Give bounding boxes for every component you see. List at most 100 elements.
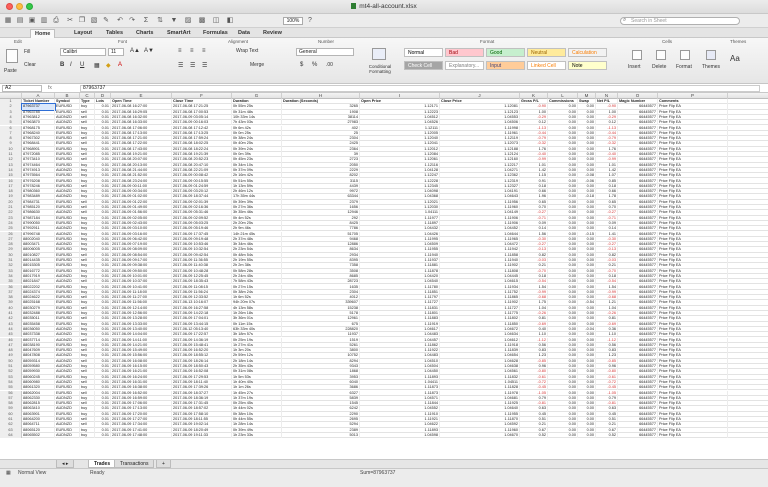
borders-icon[interactable]: ▦ bbox=[94, 62, 100, 69]
cell-style-1[interactable]: Bad bbox=[445, 48, 484, 57]
theme-fonts-button[interactable]: Aa bbox=[730, 54, 740, 63]
percent-icon[interactable]: % bbox=[312, 62, 317, 68]
name-box[interactable]: A2 bbox=[2, 85, 42, 92]
fill-button[interactable]: Fill bbox=[24, 49, 30, 55]
align-top-icon[interactable]: ≡ bbox=[178, 48, 182, 54]
table-cell[interactable]: 66445577 bbox=[618, 432, 658, 439]
conditional-formatting-icon[interactable] bbox=[372, 48, 386, 60]
increase-font-icon[interactable]: A▲ bbox=[130, 48, 140, 54]
align-right-icon[interactable]: ☰ bbox=[202, 62, 207, 69]
underline-icon[interactable]: U bbox=[80, 62, 84, 68]
search-sheet-input[interactable]: ⌕ Search in Sheet bbox=[620, 17, 740, 25]
decimal-icon[interactable]: .00 bbox=[326, 62, 333, 68]
help-icon[interactable]: ? bbox=[306, 17, 314, 25]
table-cell[interactable]: 1.04598 bbox=[360, 432, 440, 439]
paste-icon[interactable]: ▧ bbox=[90, 17, 98, 25]
cell-style-8[interactable]: Linked Cell bbox=[527, 61, 566, 70]
sheet-tab-trades[interactable]: Trades bbox=[88, 460, 117, 468]
align-middle-icon[interactable]: ≡ bbox=[190, 48, 194, 54]
delete-cells-icon[interactable] bbox=[656, 50, 666, 60]
gallery-icon[interactable]: ▨ bbox=[184, 17, 192, 25]
open-icon[interactable]: ▣ bbox=[28, 17, 36, 25]
table-cell[interactable]: 0.00 bbox=[548, 432, 578, 439]
sort-icon[interactable]: ⇅ bbox=[156, 17, 164, 25]
sheet-tab-transactions[interactable]: Transactions bbox=[114, 460, 155, 468]
table-cell[interactable]: Price Flip EA bbox=[658, 432, 728, 439]
tab-tables[interactable]: Tables bbox=[102, 29, 127, 37]
font-size-select[interactable]: 11 bbox=[108, 48, 124, 56]
format-cells-icon[interactable] bbox=[680, 50, 690, 60]
table-cell[interactable]: 1h 23m 33s bbox=[232, 432, 282, 439]
tab-smartart[interactable]: SmartArt bbox=[163, 29, 195, 37]
autosum-icon[interactable]: Σ bbox=[142, 17, 150, 25]
fill-color-icon[interactable]: ◆ bbox=[106, 62, 111, 69]
save-icon[interactable]: ▥ bbox=[40, 17, 48, 25]
copy-icon[interactable]: ❐ bbox=[78, 17, 86, 25]
cell-style-4[interactable]: Calculation bbox=[568, 48, 607, 57]
align-center-icon[interactable]: ☰ bbox=[190, 62, 195, 69]
tab-data[interactable]: Data bbox=[234, 29, 254, 37]
row-number[interactable]: 64 bbox=[0, 432, 22, 439]
delete-button[interactable]: Delete bbox=[652, 64, 666, 70]
themes-button[interactable]: Themes bbox=[702, 64, 720, 70]
cell-style-9[interactable]: Note bbox=[568, 61, 607, 70]
media-icon[interactable]: ◫ bbox=[212, 17, 220, 25]
currency-icon[interactable]: $ bbox=[300, 62, 303, 68]
align-bottom-icon[interactable]: ≡ bbox=[202, 48, 206, 54]
themes-icon[interactable] bbox=[706, 50, 716, 60]
insert-button[interactable]: Insert bbox=[628, 64, 641, 70]
tab-charts[interactable]: Charts bbox=[132, 29, 157, 37]
function-icon[interactable]: fx bbox=[48, 85, 52, 91]
merge-button[interactable]: Merge bbox=[250, 62, 264, 68]
wrap-text-button[interactable]: Wrap Text bbox=[236, 48, 258, 54]
add-sheet-icon[interactable]: + bbox=[156, 460, 171, 468]
formula-input[interactable]: 87963737 bbox=[80, 85, 760, 92]
tab-review[interactable]: Review bbox=[259, 29, 286, 37]
table-cell[interactable]: 5013 bbox=[282, 432, 360, 439]
clear-button[interactable]: Clear bbox=[24, 62, 36, 68]
bold-icon[interactable]: B bbox=[60, 62, 64, 68]
table-cell[interactable]: 2017-06-09 17:48:00 bbox=[111, 432, 172, 439]
zoom-level[interactable]: 100% bbox=[283, 17, 303, 25]
print-icon[interactable]: ⎙ bbox=[52, 17, 60, 25]
table-cell[interactable]: 88065502 bbox=[22, 432, 55, 439]
font-color-icon[interactable]: A bbox=[118, 62, 122, 68]
tab-formulas[interactable]: Formulas bbox=[199, 29, 232, 37]
insert-cells-icon[interactable] bbox=[632, 50, 642, 60]
cell-style-6[interactable]: Explanatory... bbox=[445, 61, 484, 70]
format-painter-icon[interactable]: ✎ bbox=[102, 17, 110, 25]
table-cell[interactable]: AUDNZD bbox=[55, 432, 80, 439]
cell-style-0[interactable]: Normal bbox=[404, 48, 443, 57]
italic-icon[interactable]: I bbox=[70, 62, 72, 68]
table-cell[interactable]: 0.52 bbox=[520, 432, 548, 439]
undo-icon[interactable]: ↶ bbox=[116, 17, 124, 25]
new-document-icon[interactable]: ▦ bbox=[4, 17, 12, 25]
paste-button[interactable]: Paste bbox=[4, 68, 17, 74]
filter-icon[interactable]: ▼ bbox=[170, 17, 178, 25]
table-cell[interactable]: buy bbox=[80, 432, 95, 439]
zoom-out-icon[interactable]: ◧ bbox=[226, 17, 234, 25]
format-button[interactable]: Format bbox=[676, 64, 692, 70]
cell-style-5[interactable]: Check Cell bbox=[404, 61, 443, 70]
cell-style-3[interactable]: Neutral bbox=[527, 48, 566, 57]
table-cell[interactable]: 2017-06-09 19:11:33 bbox=[172, 432, 232, 439]
worksheet-grid[interactable]: ABCDEFGHIJKLMNOP 1 Ticket Number Symbol Typ… bbox=[0, 93, 768, 459]
table-cell[interactable]: 1.04670 bbox=[440, 432, 520, 439]
redo-icon[interactable]: ↷ bbox=[128, 17, 136, 25]
align-left-icon[interactable]: ☰ bbox=[178, 62, 183, 69]
toolbox-icon[interactable]: ▩ bbox=[198, 17, 206, 25]
cell-style-2[interactable]: Good bbox=[486, 48, 525, 57]
view-mode-icon[interactable]: ▦ bbox=[6, 469, 11, 478]
sheet-nav-icon[interactable]: ◂ ▸ bbox=[56, 460, 75, 468]
table-cell[interactable]: 0.01 bbox=[95, 432, 111, 439]
number-format-select[interactable]: General bbox=[296, 48, 354, 56]
decrease-font-icon[interactable]: A▼ bbox=[144, 48, 154, 54]
templates-icon[interactable]: ▤ bbox=[16, 17, 24, 25]
paste-button-icon[interactable] bbox=[6, 49, 18, 63]
table-cell[interactable]: 0.52 bbox=[596, 432, 618, 439]
font-name-select[interactable]: Calibri bbox=[60, 48, 106, 56]
cut-icon[interactable]: ✂ bbox=[66, 17, 74, 25]
tab-home[interactable]: Home bbox=[30, 29, 56, 38]
cell-style-7[interactable]: Input bbox=[486, 61, 525, 70]
conditional-formatting-button[interactable]: Conditional Formatting bbox=[362, 64, 398, 74]
